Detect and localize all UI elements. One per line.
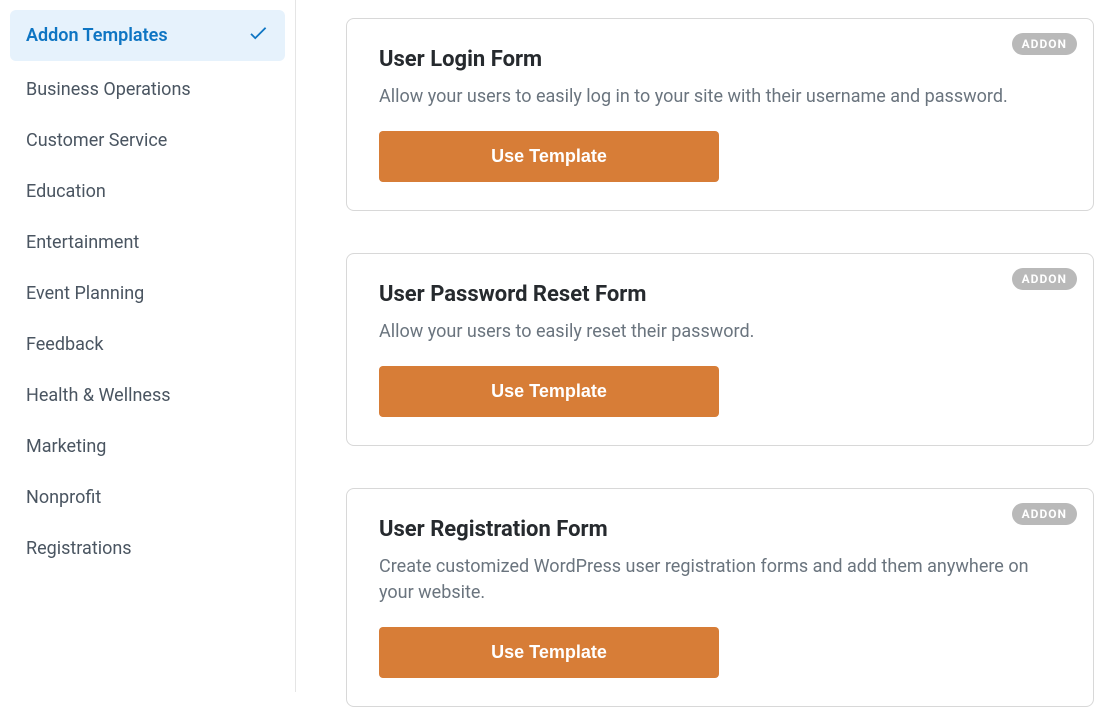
sidebar-item-addon-templates[interactable]: Addon Templates [10, 10, 285, 61]
addon-badge: ADDON [1012, 503, 1077, 525]
sidebar-item-label: Business Operations [26, 79, 191, 100]
sidebar-item-label: Event Planning [26, 283, 144, 304]
sidebar-item-feedback[interactable]: Feedback [10, 322, 285, 367]
template-list: ADDON User Login Form Allow your users t… [296, 0, 1116, 692]
addon-badge: ADDON [1012, 33, 1077, 55]
template-card-user-password-reset-form: ADDON User Password Reset Form Allow you… [346, 253, 1094, 446]
template-category-sidebar: Addon Templates Business Operations Cust… [0, 0, 296, 692]
sidebar-item-label: Customer Service [26, 130, 167, 151]
template-description: Create customized WordPress user registr… [379, 554, 1061, 604]
sidebar-item-label: Education [26, 181, 106, 202]
sidebar-item-health-wellness[interactable]: Health & Wellness [10, 373, 285, 418]
sidebar-item-label: Addon Templates [26, 25, 168, 46]
sidebar-item-education[interactable]: Education [10, 169, 285, 214]
template-card-user-registration-form: ADDON User Registration Form Create cust… [346, 488, 1094, 706]
check-icon [247, 22, 269, 49]
template-title: User Registration Form [379, 517, 1061, 542]
use-template-button[interactable]: Use Template [379, 131, 719, 182]
sidebar-item-label: Entertainment [26, 232, 139, 253]
template-title: User Login Form [379, 47, 1061, 72]
sidebar-item-entertainment[interactable]: Entertainment [10, 220, 285, 265]
template-description: Allow your users to easily reset their p… [379, 319, 1061, 344]
sidebar-item-registrations[interactable]: Registrations [10, 526, 285, 571]
sidebar-item-event-planning[interactable]: Event Planning [10, 271, 285, 316]
sidebar-item-label: Nonprofit [26, 487, 101, 508]
sidebar-item-label: Registrations [26, 538, 132, 559]
template-card-user-login-form: ADDON User Login Form Allow your users t… [346, 18, 1094, 211]
sidebar-item-business-operations[interactable]: Business Operations [10, 67, 285, 112]
sidebar-item-label: Health & Wellness [26, 385, 171, 406]
sidebar-item-nonprofit[interactable]: Nonprofit [10, 475, 285, 520]
sidebar-item-customer-service[interactable]: Customer Service [10, 118, 285, 163]
sidebar-item-label: Marketing [26, 436, 106, 457]
use-template-button[interactable]: Use Template [379, 366, 719, 417]
use-template-button[interactable]: Use Template [379, 627, 719, 678]
template-title: User Password Reset Form [379, 282, 1061, 307]
sidebar-item-marketing[interactable]: Marketing [10, 424, 285, 469]
addon-badge: ADDON [1012, 268, 1077, 290]
template-description: Allow your users to easily log in to you… [379, 84, 1061, 109]
sidebar-item-label: Feedback [26, 334, 103, 355]
